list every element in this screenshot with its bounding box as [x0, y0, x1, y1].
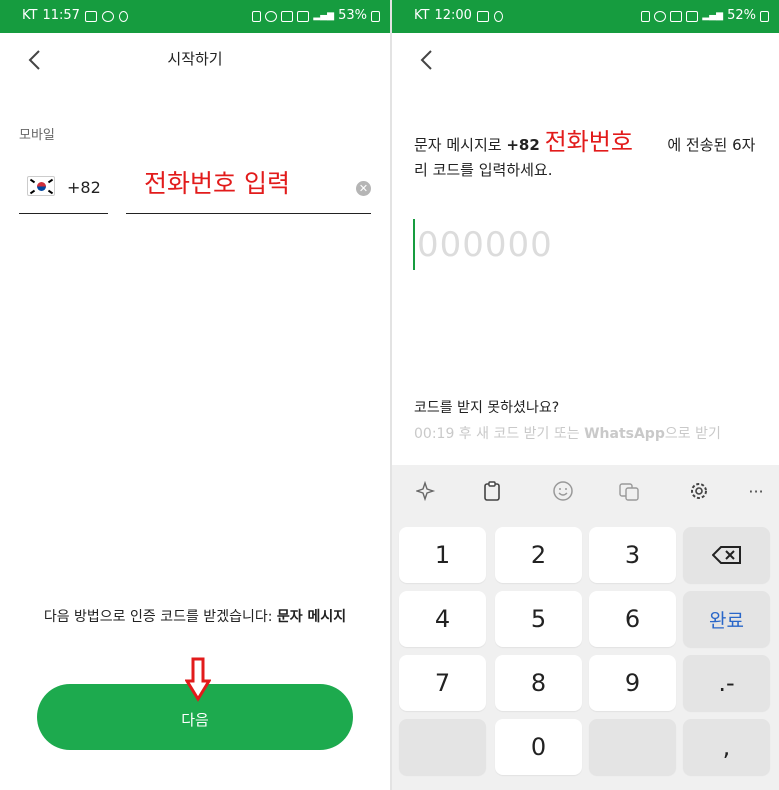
notification-icon — [493, 10, 503, 22]
blank-key — [589, 719, 676, 775]
alarm-icon — [265, 10, 278, 22]
key-0[interactable]: 0 — [495, 719, 582, 775]
status-bar: KT 12:00 ▂▄▆ 52% — [392, 0, 779, 33]
backspace-icon — [711, 546, 741, 564]
gear-icon[interactable] — [685, 477, 713, 505]
translate-icon[interactable] — [615, 477, 643, 505]
signal-icon: ▂▄▆ — [313, 11, 335, 21]
carrier: KT — [22, 8, 38, 23]
more-icon[interactable]: ··· — [742, 477, 770, 505]
key-8[interactable]: 8 — [495, 655, 582, 711]
key-4[interactable]: 4 — [399, 591, 486, 647]
arrow-down-icon — [185, 657, 211, 702]
phone-annotation: 전화번호 — [544, 128, 633, 156]
key-3[interactable]: 3 — [589, 527, 676, 583]
country-code: +82 — [67, 178, 101, 197]
code-placeholder: 000000 — [417, 225, 553, 265]
backspace-key[interactable] — [683, 527, 770, 583]
lte-icon — [686, 10, 699, 22]
key-6[interactable]: 6 — [589, 591, 676, 647]
method-sms-link[interactable]: 문자 메시지 — [277, 609, 346, 625]
korea-flag-icon — [27, 176, 55, 196]
battery-icon — [760, 10, 769, 22]
verification-code-input[interactable]: 000000 — [413, 219, 553, 271]
blank-key — [399, 719, 486, 775]
mobile-label: 모바일 — [19, 128, 55, 143]
notification-icon — [118, 10, 128, 22]
key-1[interactable]: 1 — [399, 527, 486, 583]
carrier: KT — [414, 8, 430, 23]
clear-icon[interactable]: ✕ — [356, 181, 371, 196]
back-button[interactable] — [412, 46, 440, 74]
clipboard-icon[interactable] — [478, 477, 506, 505]
alarm-icon — [654, 10, 667, 22]
sparkle-icon[interactable] — [412, 477, 440, 505]
next-label: 다음 — [181, 711, 209, 729]
start-screen: KT 11:57 ▂▄▆ 53% 시작하기 모바일 +82 전화번호 입력 ✕ … — [0, 0, 390, 790]
resend-text: 00:19 후 새 코드 받기 또는 WhatsApp으로 받기 — [414, 426, 721, 442]
page-title: 시작하기 — [167, 50, 223, 68]
sms-instruction: 문자 메시지로 +82 전화번호 에 전송된 6자리 코드를 입력하세요. — [414, 128, 756, 180]
clock: 12:00 — [434, 8, 472, 23]
comma-key[interactable]: , — [683, 719, 770, 775]
key-icon — [84, 10, 97, 22]
battery-icon — [371, 10, 380, 22]
numeric-keyboard: ··· 1 2 3 4 5 6 완료 7 8 9 .- 0 , — [392, 465, 779, 790]
whatsapp-link[interactable]: WhatsApp — [584, 426, 665, 442]
punctuation-key[interactable]: .- — [683, 655, 770, 711]
key-icon — [476, 10, 489, 22]
dnd-icon — [101, 10, 114, 22]
verification-method-text: 다음 방법으로 인증 코드를 받겠습니다: 문자 메시지 — [43, 609, 347, 625]
key-2[interactable]: 2 — [495, 527, 582, 583]
key-7[interactable]: 7 — [399, 655, 486, 711]
key-5[interactable]: 5 — [495, 591, 582, 647]
keyboard-toolbar: ··· — [392, 465, 779, 519]
wifi-calling-icon — [297, 10, 310, 22]
emoji-icon[interactable] — [549, 477, 577, 505]
signal-icon: ▂▄▆ — [702, 11, 724, 21]
chevron-left-icon — [420, 50, 432, 70]
resend-timer: 00:19 후 새 코드 받기 또는 — [414, 426, 585, 442]
clock: 11:57 — [42, 8, 80, 23]
hd-icon — [281, 10, 294, 22]
done-key[interactable]: 완료 — [683, 591, 770, 647]
sms-number: +82 — [506, 136, 540, 154]
status-bar: KT 11:57 ▂▄▆ 53% — [0, 0, 390, 33]
country-selector[interactable]: +82 — [19, 168, 108, 214]
no-code-text: 코드를 받지 못하셨나요? — [414, 400, 560, 416]
hd-icon — [670, 10, 683, 22]
battery-saver-icon — [252, 10, 262, 22]
battery-level: 53% — [338, 8, 367, 23]
phone-number-input[interactable]: 전화번호 입력 ✕ — [126, 164, 371, 214]
text-caret — [413, 219, 415, 270]
key-9[interactable]: 9 — [589, 655, 676, 711]
verify-screen: KT 12:00 ▂▄▆ 52% 문자 메시지로 +82 전화번호 에 전송된 … — [392, 0, 779, 790]
battery-level: 52% — [727, 8, 756, 23]
battery-saver-icon — [641, 10, 651, 22]
phone-annotation: 전화번호 입력 — [144, 169, 290, 198]
